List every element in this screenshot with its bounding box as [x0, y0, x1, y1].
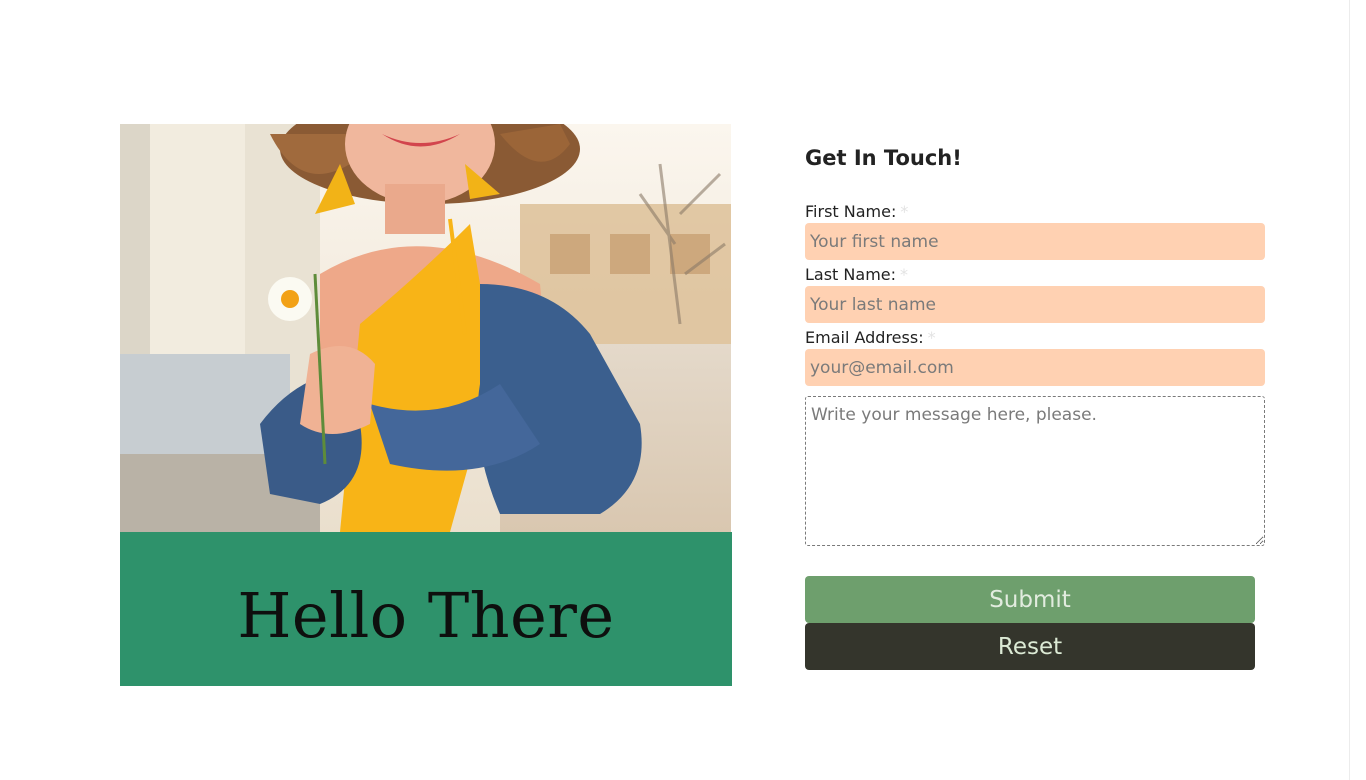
email-input[interactable]	[805, 349, 1265, 386]
required-mark: *	[900, 202, 909, 221]
last-name-input[interactable]	[805, 286, 1265, 323]
hero-photo	[120, 124, 731, 532]
hero-card: Hello There	[120, 124, 732, 686]
first-name-label: First Name: *	[805, 199, 1265, 223]
first-name-label-text: First Name:	[805, 202, 897, 221]
last-name-label-text: Last Name:	[805, 265, 897, 284]
message-textarea[interactable]	[805, 396, 1265, 546]
hello-banner: Hello There	[120, 532, 732, 686]
woman-in-yellow-dress-image	[120, 124, 731, 532]
reset-button[interactable]: Reset	[805, 623, 1255, 670]
email-label-text: Email Address:	[805, 328, 924, 347]
last-name-label: Last Name: *	[805, 262, 1265, 286]
required-mark: *	[900, 265, 909, 284]
banner-heading: Hello There	[237, 578, 615, 652]
email-label: Email Address: *	[805, 325, 1265, 349]
submit-button[interactable]: Submit	[805, 576, 1255, 623]
contact-form: Get In Touch! First Name:* Last Name:* E…	[805, 140, 1265, 670]
first-name-input[interactable]	[805, 223, 1265, 260]
page-scrollbar[interactable]	[1349, 0, 1366, 780]
required-mark: *	[927, 328, 936, 347]
form-title: Get In Touch!	[805, 146, 962, 170]
